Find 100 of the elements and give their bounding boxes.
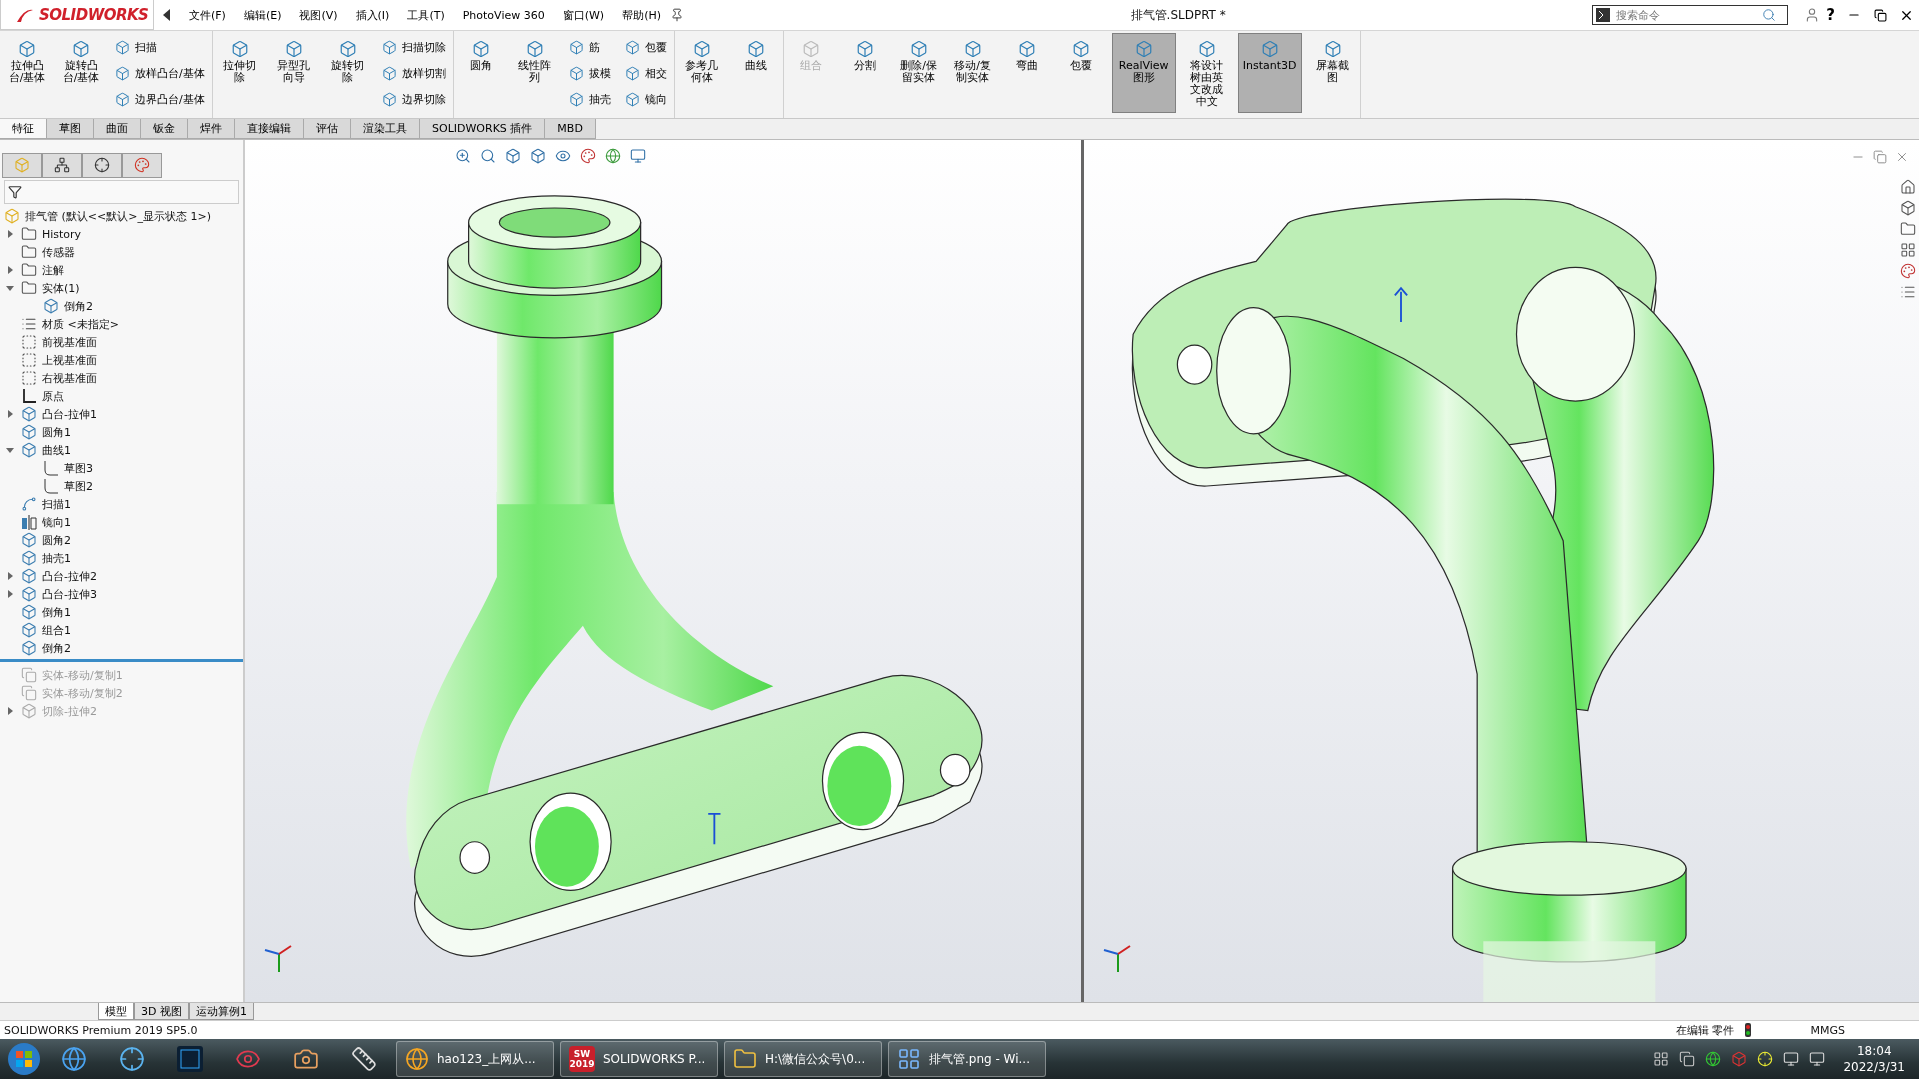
collapse-arrow-icon[interactable] xyxy=(6,446,14,454)
tree-item[interactable]: 草图2 xyxy=(64,478,93,494)
ribbon-button[interactable]: 相交 xyxy=(621,61,670,86)
ribbon-button[interactable]: RealView图形 xyxy=(1111,33,1176,113)
command-tab[interactable]: 特征 xyxy=(0,119,47,139)
command-tab[interactable]: 直接编辑 xyxy=(235,119,304,139)
ribbon-button[interactable]: Instant3D xyxy=(1237,33,1302,113)
origin-axes-icon xyxy=(21,388,37,404)
unit-system[interactable]: MMGS xyxy=(1810,1023,1845,1037)
command-tab[interactable]: 钣金 xyxy=(141,119,188,139)
app-logo[interactable]: SOLIDWORKS xyxy=(0,0,154,30)
taskbar-window[interactable]: H:\微信公众号\0... xyxy=(724,1041,882,1077)
tree-item[interactable]: 抽壳1 xyxy=(42,550,71,566)
collapse-arrow-icon[interactable] xyxy=(6,284,14,292)
ribbon-button[interactable]: 包覆 xyxy=(621,35,670,60)
ribbon-button[interactable]: 扫描 xyxy=(112,35,208,60)
tree-item[interactable]: 倒角2 xyxy=(42,640,71,656)
taskbar-window[interactable]: 排气管.png - Wi... xyxy=(888,1041,1046,1077)
ribbon-button[interactable]: 边界切除 xyxy=(378,87,449,112)
ribbon-button[interactable]: 屏幕截图 xyxy=(1309,33,1356,113)
photoshop-icon[interactable] xyxy=(177,1046,203,1072)
ribbon-button[interactable]: 放样切割 xyxy=(378,61,449,86)
tree-item[interactable]: 上视基准面 xyxy=(42,352,97,368)
tree-item[interactable]: 曲线1 xyxy=(42,442,71,458)
tree-item[interactable]: 扫描1 xyxy=(42,496,71,512)
command-tab[interactable]: MBD xyxy=(545,119,596,139)
tree-item[interactable]: 圆角1 xyxy=(42,424,71,440)
ribbon-button[interactable]: 参考几何体 xyxy=(678,33,725,113)
command-tab[interactable]: 草图 xyxy=(47,119,94,139)
tree-item[interactable]: 原点 xyxy=(42,388,64,404)
command-tab[interactable]: 焊件 xyxy=(188,119,235,139)
expand-arrow-icon[interactable] xyxy=(6,230,14,238)
tree-item[interactable]: 前视基准面 xyxy=(42,334,97,350)
tree-item[interactable]: 圆角2 xyxy=(42,532,71,548)
clock[interactable]: 18:04 2022/3/31 xyxy=(1835,1043,1913,1075)
ribbon-button[interactable]: 拉伸切除 xyxy=(216,33,263,113)
model-tab[interactable]: 模型 xyxy=(98,1003,134,1020)
tree-item[interactable]: History xyxy=(42,227,82,241)
start-orb-icon[interactable] xyxy=(6,1041,42,1077)
search-field[interactable]: 搜索命令 xyxy=(1592,5,1789,25)
menu-item[interactable]: 插入(I) xyxy=(346,3,399,27)
command-tab[interactable]: 评估 xyxy=(304,119,351,139)
ribbon-button[interactable]: 异型孔向导 xyxy=(270,33,317,113)
ribbon-button[interactable]: 分割 xyxy=(841,33,888,113)
config-tab[interactable] xyxy=(82,152,122,178)
menu-item[interactable]: 窗口(W) xyxy=(553,3,614,27)
ribbon-button[interactable]: 拔模 xyxy=(565,61,614,86)
tree-item[interactable]: 倒角2 xyxy=(64,298,93,314)
tree-root[interactable]: 排气管 (默认<<默认>_显示状态 1>) xyxy=(25,208,211,224)
expand-arrow-icon[interactable] xyxy=(6,572,14,580)
ribbon-button[interactable]: 扫描切除 xyxy=(378,35,449,60)
ribbon-button[interactable]: 边界凸台/基体 xyxy=(112,87,208,112)
ribbon-button[interactable]: 线性阵列 xyxy=(511,33,558,113)
tree-item[interactable]: 倒角1 xyxy=(42,604,71,620)
ribbon-button[interactable]: 圆角 xyxy=(457,33,504,113)
menu-item[interactable]: 帮助(H) xyxy=(613,3,671,27)
left-arrow-icon[interactable] xyxy=(162,9,172,21)
model-tab[interactable]: 3D 视图 xyxy=(134,1003,189,1020)
tree-item[interactable]: 镜向1 xyxy=(42,514,71,530)
appearance-tab[interactable] xyxy=(122,152,162,178)
ribbon-button[interactable]: 删除/保留实体 xyxy=(895,33,942,113)
filter-field[interactable] xyxy=(4,180,239,204)
ribbon-button[interactable]: 拉伸凸台/基体 xyxy=(4,33,50,113)
ribbon-button[interactable]: 抽壳 xyxy=(565,87,614,112)
expand-arrow-icon[interactable] xyxy=(6,410,14,418)
menu-item[interactable]: 文件(F) xyxy=(180,3,235,27)
menu-item[interactable]: 编辑(E) xyxy=(234,3,291,27)
ribbon-button[interactable]: 曲线 xyxy=(732,33,779,113)
taskbar-window[interactable]: hao123_上网从... xyxy=(396,1041,554,1077)
expand-arrow-icon[interactable] xyxy=(6,707,14,715)
ribbon-button[interactable]: 旋转切除 xyxy=(324,33,371,113)
menu-item[interactable]: 工具(T) xyxy=(398,3,454,27)
tree-item[interactable]: 实体(1) xyxy=(42,280,80,296)
ribbon-button[interactable]: 放样凸台/基体 xyxy=(112,61,208,86)
ribbon-button[interactable]: 筋 xyxy=(565,35,614,60)
command-tab[interactable]: 渲染工具 xyxy=(351,119,420,139)
menu-item[interactable]: 视图(V) xyxy=(290,3,347,27)
tree-item[interactable]: 草图3 xyxy=(64,460,93,476)
tree-item[interactable]: 组合1 xyxy=(42,622,71,638)
ribbon-button[interactable]: 移动/复制实体 xyxy=(949,33,996,113)
tree-item[interactable]: 传感器 xyxy=(42,244,75,260)
ribbon-button[interactable]: 旋转凸台/基体 xyxy=(58,33,104,113)
expand-arrow-icon[interactable] xyxy=(6,590,14,598)
help-button[interactable]: ? xyxy=(1820,6,1841,24)
model-tab[interactable]: 运动算例1 xyxy=(188,1003,254,1020)
tree-item[interactable]: 右视基准面 xyxy=(42,370,97,386)
ribbon-button[interactable]: 弯曲 xyxy=(1003,33,1050,113)
ribbon-button[interactable]: 将设计树由英文改成中文 xyxy=(1183,33,1230,113)
tree-item[interactable]: 凸台-拉伸3 xyxy=(42,586,97,602)
tree-item[interactable]: 凸台-拉伸2 xyxy=(42,568,97,584)
tree-item[interactable]: 注解 xyxy=(42,262,64,278)
command-tab[interactable]: SOLIDWORKS 插件 xyxy=(420,119,546,139)
property-tab[interactable] xyxy=(42,152,82,178)
ribbon-button[interactable]: 镜向 xyxy=(621,87,670,112)
menu-item[interactable]: PhotoView 360 xyxy=(453,3,554,27)
tree-item[interactable]: 凸台-拉伸1 xyxy=(42,406,97,422)
ribbon-button[interactable]: 包覆 xyxy=(1057,33,1104,113)
command-tab[interactable]: 曲面 xyxy=(94,119,141,139)
expand-arrow-icon[interactable] xyxy=(6,266,14,274)
tree-item[interactable]: 材质 <未指定> xyxy=(42,316,119,332)
